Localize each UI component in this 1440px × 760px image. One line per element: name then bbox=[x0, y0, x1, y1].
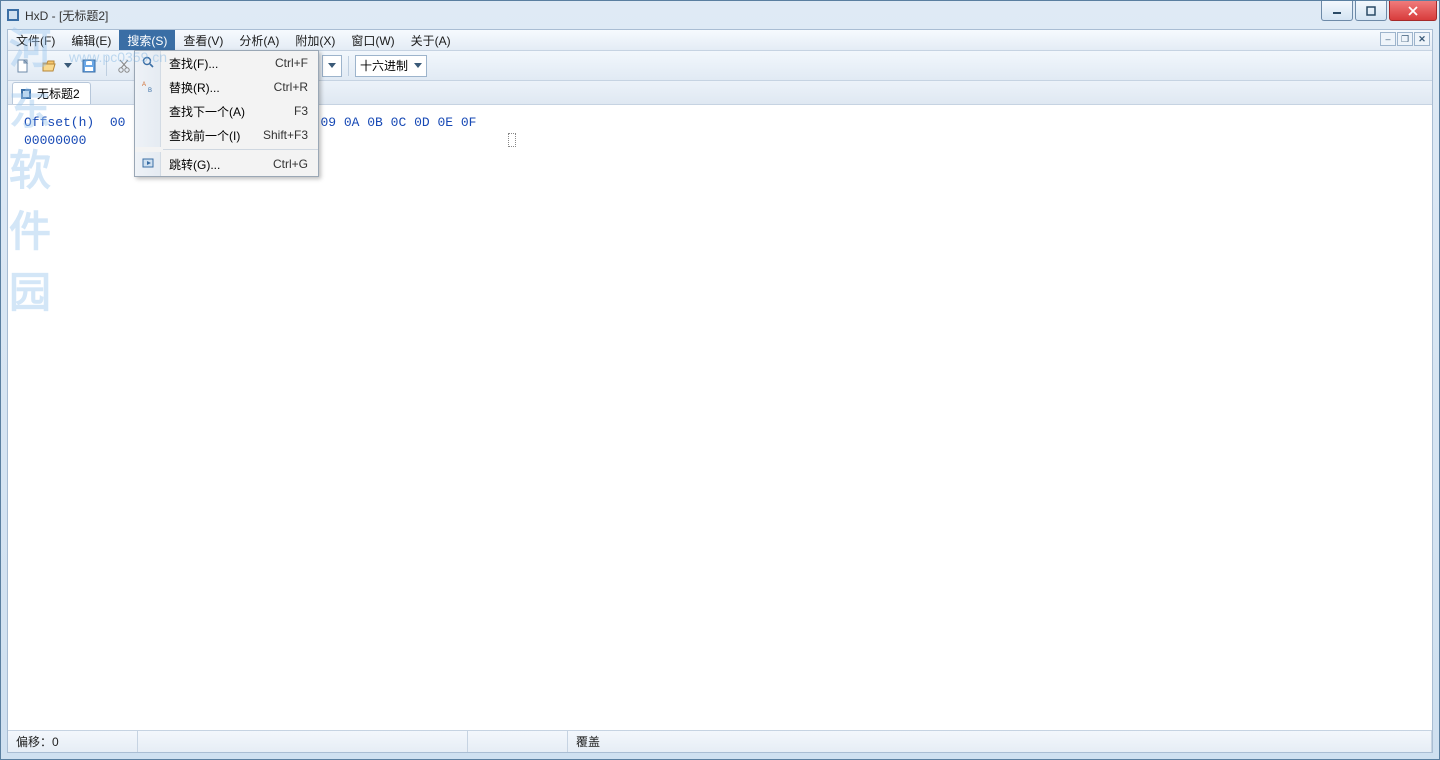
document-tab[interactable]: 无标题2 bbox=[12, 82, 91, 104]
goto-icon bbox=[141, 156, 155, 173]
menu-item-label: 查找(F)... bbox=[161, 55, 275, 72]
statusbar: 偏移：0 覆盖 bbox=[8, 730, 1432, 752]
mdi-controls: ‒ ❐ ✕ bbox=[1380, 32, 1430, 46]
cut-icon[interactable] bbox=[113, 55, 135, 77]
replace-icon: AB bbox=[141, 79, 155, 96]
menu-item-label: 替换(R)... bbox=[161, 79, 274, 96]
status-cell-3 bbox=[468, 731, 568, 752]
minimize-button[interactable] bbox=[1321, 1, 1353, 21]
mdi-close-button[interactable]: ✕ bbox=[1414, 32, 1430, 46]
svg-text:A: A bbox=[142, 82, 146, 88]
new-file-icon[interactable] bbox=[12, 55, 34, 77]
menu-analyze[interactable]: 分析(A) bbox=[231, 30, 287, 50]
menu-item-shortcut: Ctrl+G bbox=[273, 157, 318, 171]
open-file-icon[interactable] bbox=[38, 55, 60, 77]
menu-edit[interactable]: 编辑(E) bbox=[63, 30, 119, 50]
hex-address-0: 00000000 bbox=[24, 133, 86, 148]
menu-item-shortcut: Ctrl+R bbox=[274, 80, 318, 94]
close-button[interactable] bbox=[1389, 1, 1437, 21]
menu-separator bbox=[163, 149, 318, 150]
menu-item-replace[interactable]: AB 替换(R)... Ctrl+R bbox=[135, 75, 318, 99]
titlebar[interactable]: HxD - [无标题2] bbox=[1, 1, 1439, 29]
save-icon[interactable] bbox=[78, 55, 100, 77]
menu-search[interactable]: 搜索(S) bbox=[119, 30, 175, 50]
text-caret bbox=[508, 133, 516, 147]
menu-item-goto[interactable]: 跳转(G)... Ctrl+G bbox=[135, 152, 318, 176]
window-title: HxD - [无标题2] bbox=[25, 7, 108, 24]
menu-item-label: 查找前一个(I) bbox=[161, 127, 263, 144]
status-mode: 覆盖 bbox=[568, 731, 1432, 752]
chevron-down-icon bbox=[414, 59, 422, 73]
menu-item-label: 查找下一个(A) bbox=[161, 103, 294, 120]
encoding-select[interactable]: 十六进制 bbox=[355, 55, 427, 77]
document-icon bbox=[19, 87, 33, 101]
menubar: 文件(F) 编辑(E) 搜索(S) 查看(V) 分析(A) 附加(X) 窗口(W… bbox=[8, 30, 1432, 51]
menu-item-shortcut: Shift+F3 bbox=[263, 128, 318, 142]
window-controls bbox=[1321, 1, 1437, 21]
menu-window[interactable]: 窗口(W) bbox=[343, 30, 402, 50]
encoding-select-label: 十六进制 bbox=[360, 57, 408, 74]
menu-item-shortcut: F3 bbox=[294, 104, 318, 118]
maximize-button[interactable] bbox=[1355, 1, 1387, 21]
search-menu-dropdown: 查找(F)... Ctrl+F AB 替换(R)... Ctrl+R 查找下一个… bbox=[134, 50, 319, 177]
menu-extras[interactable]: 附加(X) bbox=[287, 30, 343, 50]
toolbar-separator bbox=[106, 56, 107, 76]
window-frame: 河东软件园 www.pc0359.cn HxD - [无标题2] 文件(F) 编… bbox=[0, 0, 1440, 760]
mdi-minimize-button[interactable]: ‒ bbox=[1380, 32, 1396, 46]
search-icon bbox=[141, 55, 155, 72]
mdi-restore-button[interactable]: ❐ bbox=[1397, 32, 1413, 46]
menu-item-shortcut: Ctrl+F bbox=[275, 56, 318, 70]
menu-item-find[interactable]: 查找(F)... Ctrl+F bbox=[135, 51, 318, 75]
hex-editor[interactable]: Offset(h) 00 01 02 03 04 05 06 07 08 09 … bbox=[8, 105, 1432, 730]
toolbar-separator bbox=[348, 56, 349, 76]
status-cell-2 bbox=[138, 731, 468, 752]
bytes-per-row-dropdown[interactable] bbox=[322, 55, 342, 77]
menu-item-find-next[interactable]: 查找下一个(A) F3 bbox=[135, 99, 318, 123]
app-icon bbox=[5, 7, 21, 23]
svg-text:B: B bbox=[148, 88, 152, 93]
open-dropdown-icon[interactable] bbox=[62, 55, 74, 77]
menu-file[interactable]: 文件(F) bbox=[8, 30, 63, 50]
menu-item-label: 跳转(G)... bbox=[161, 156, 273, 173]
status-offset: 偏移：0 bbox=[8, 731, 138, 752]
document-tab-label: 无标题2 bbox=[37, 85, 80, 102]
menu-about[interactable]: 关于(A) bbox=[403, 30, 459, 50]
menu-view[interactable]: 查看(V) bbox=[175, 30, 231, 50]
menu-item-find-prev[interactable]: 查找前一个(I) Shift+F3 bbox=[135, 123, 318, 147]
